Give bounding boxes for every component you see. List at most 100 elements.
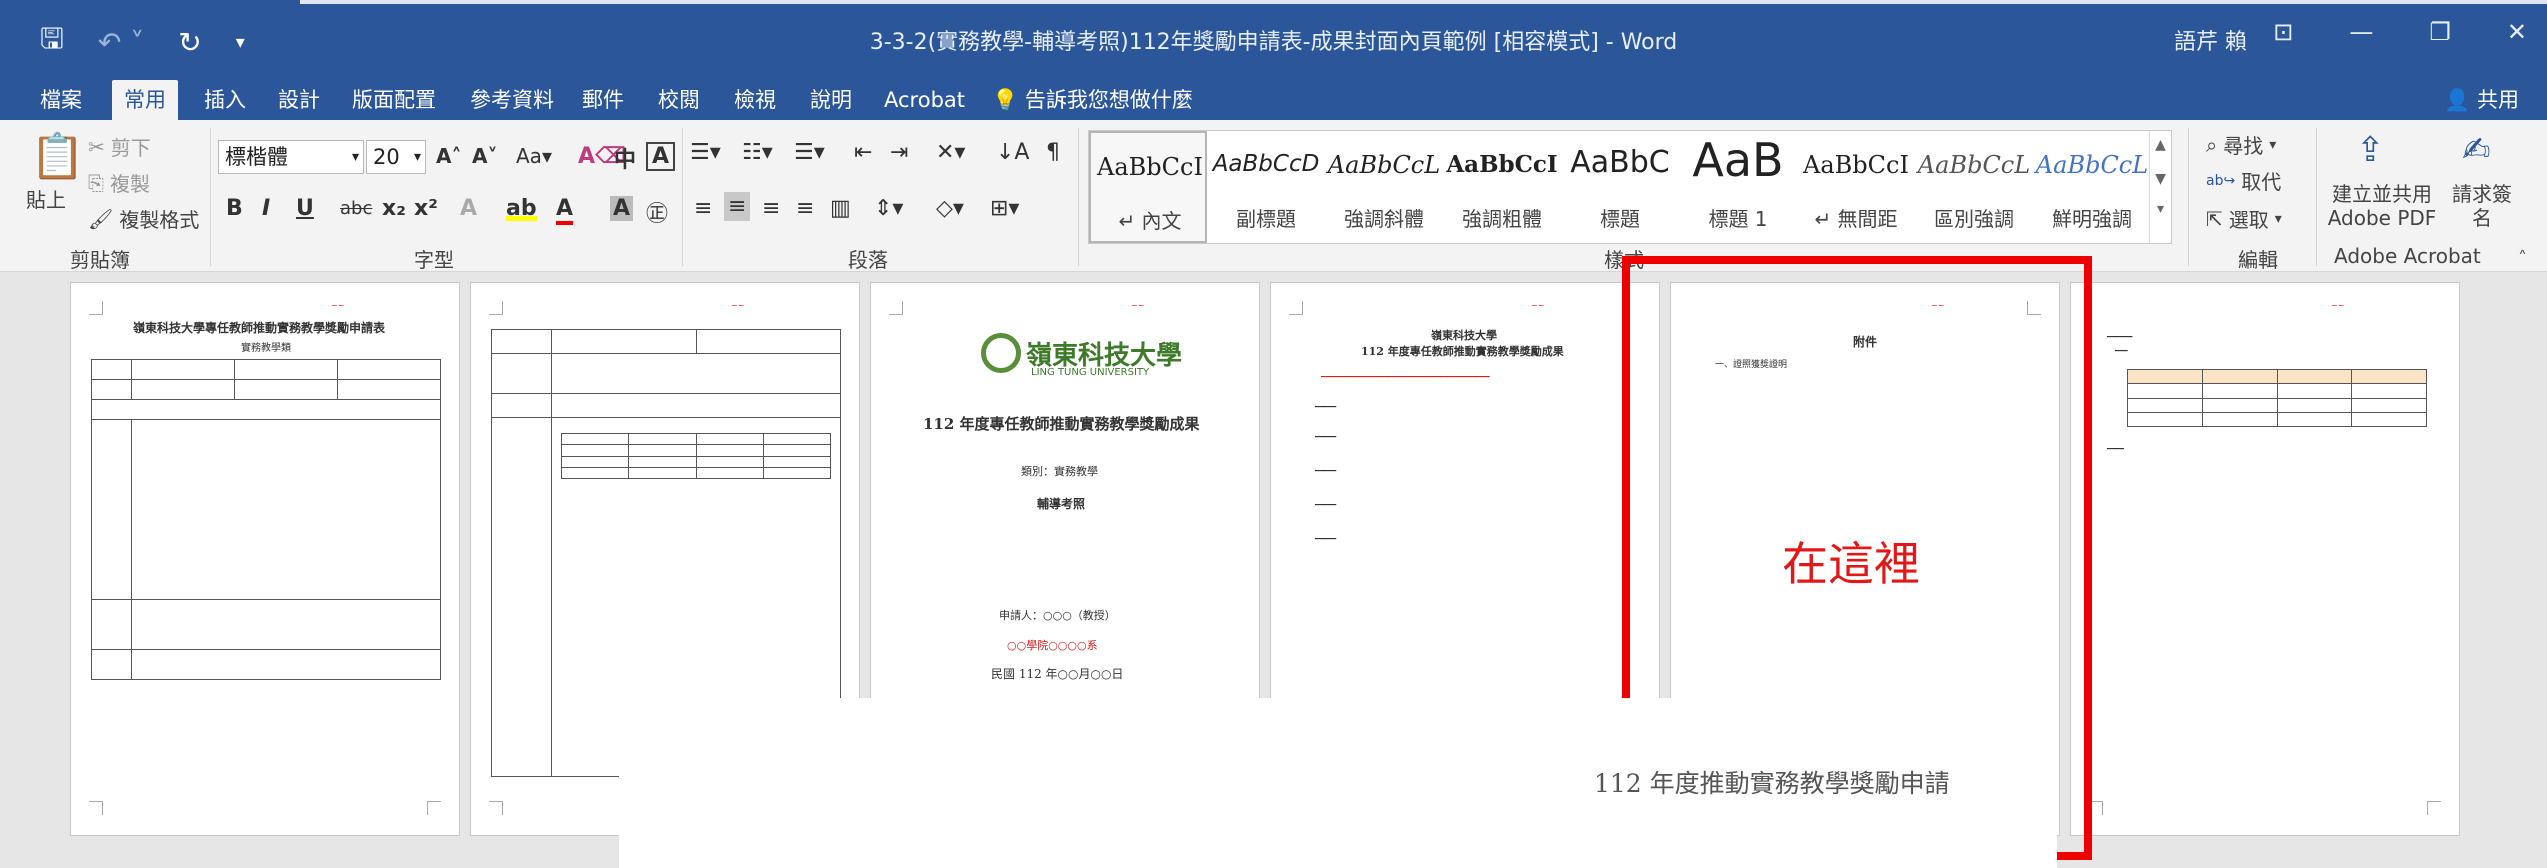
- style-normal[interactable]: AaBbCcI ↵ 內文: [1089, 131, 1207, 243]
- tab-design[interactable]: 設計: [266, 80, 332, 120]
- line-spacing-icon[interactable]: ⇕▾: [874, 196, 903, 221]
- borders-icon[interactable]: ⊞▾: [990, 196, 1019, 221]
- tab-references[interactable]: 參考資料: [458, 80, 566, 120]
- select-label: 選取: [2228, 208, 2269, 232]
- align-center-icon[interactable]: ≡: [724, 192, 751, 221]
- chevron-down-icon: ▾: [413, 149, 421, 165]
- bullets-icon[interactable]: ☰▾: [690, 140, 721, 165]
- cut-label: 剪下: [110, 136, 151, 160]
- page-6[interactable]: ~~ ━━━━━━ ━━━ ━━━━: [2070, 282, 2460, 836]
- style-emphasis[interactable]: AaBbCcL 強調斜體: [1325, 131, 1443, 243]
- tab-file[interactable]: 檔案: [28, 80, 94, 120]
- tab-insert[interactable]: 插入: [192, 80, 258, 120]
- font-color-icon[interactable]: A: [556, 196, 574, 225]
- strikethrough-icon[interactable]: abc: [340, 198, 372, 219]
- style-no-spacing[interactable]: AaBbCcI ↵ 無間距: [1797, 131, 1915, 243]
- asian-layout-icon[interactable]: ✕▾: [936, 140, 965, 165]
- align-left-icon[interactable]: ≡: [694, 196, 712, 221]
- justify-icon[interactable]: ≡: [796, 196, 814, 221]
- shrink-font-icon[interactable]: A˅: [472, 144, 497, 168]
- page4-line: ━━━━━: [1315, 467, 1337, 475]
- increase-indent-icon[interactable]: ⇥: [890, 140, 908, 165]
- tab-layout[interactable]: 版面配置: [340, 80, 448, 120]
- phonetic-guide-icon[interactable]: 中: [614, 142, 636, 174]
- numbering-icon[interactable]: ☷▾: [742, 140, 773, 165]
- page3-applicant: 申請人：○○○（教授）: [999, 609, 1116, 622]
- minimize-icon[interactable]: —: [2349, 18, 2373, 46]
- subscript-icon[interactable]: x₂: [382, 196, 406, 221]
- chevron-up-icon[interactable]: ▲: [2150, 137, 2171, 153]
- create-pdf-button[interactable]: 建立並共用 Adobe PDF: [2320, 182, 2444, 230]
- style-intense-emphasis[interactable]: AaBbCcL 鮮明強調: [2033, 131, 2151, 243]
- overlay-preview-panel: 112 年度推動實務教學獎勵申請: [619, 698, 2057, 868]
- find-label: 尋找: [2223, 134, 2264, 158]
- clipboard-group-label: 剪貼簿: [70, 248, 130, 272]
- format-painter-label: 複製格式: [119, 208, 200, 232]
- tab-mailings[interactable]: 郵件: [570, 80, 636, 120]
- close-icon[interactable]: ✕: [2507, 18, 2527, 46]
- style-heading1[interactable]: AaB 標題 1: [1679, 131, 1797, 243]
- separator: [682, 128, 683, 266]
- paste-button[interactable]: 貼上: [26, 184, 66, 213]
- gallery-scrollbar[interactable]: ▲ ▼ ▾: [2149, 131, 2171, 243]
- cut-button[interactable]: ✂ 剪下: [88, 132, 151, 161]
- text-effects-icon[interactable]: A: [460, 196, 477, 221]
- restore-icon[interactable]: ❐: [2429, 18, 2451, 46]
- tab-view[interactable]: 檢視: [722, 80, 788, 120]
- italic-icon[interactable]: I: [262, 196, 270, 221]
- font-size-value: 20: [373, 145, 400, 169]
- style-subtle-emphasis[interactable]: AaBbCcL 區別強調: [1915, 131, 2033, 243]
- style-title[interactable]: AaBbC 標題: [1561, 131, 1679, 243]
- window-controls: ⊡ — ❐ ✕: [2273, 18, 2527, 46]
- chevron-down-icon[interactable]: ▼: [2150, 171, 2171, 187]
- tell-me-box[interactable]: 💡 告訴我您想做什麼: [980, 80, 1205, 120]
- superscript-icon[interactable]: x²: [414, 196, 438, 221]
- gallery-more-icon[interactable]: ▾: [2150, 201, 2171, 217]
- font-size-combo[interactable]: 20 ▾: [366, 140, 426, 174]
- find-button[interactable]: ⌕ 尋找 ▾: [2206, 130, 2276, 159]
- sign-icon[interactable]: ✍: [2462, 130, 2491, 170]
- page-header-logo: ~~: [1531, 301, 1545, 310]
- share-button[interactable]: 👤 共用: [2444, 80, 2519, 120]
- change-case-icon[interactable]: Aa▾: [516, 144, 552, 168]
- replace-icon: ab↪: [2206, 172, 2236, 189]
- brush-icon: 🖌: [88, 206, 114, 231]
- grow-font-icon[interactable]: A˄: [436, 144, 461, 168]
- tab-review[interactable]: 校閱: [646, 80, 712, 120]
- pdf-share-icon[interactable]: ⇪: [2356, 130, 2385, 170]
- chevron-down-icon: ▾: [2269, 136, 2277, 153]
- collapse-ribbon-icon[interactable]: ˄: [2518, 248, 2527, 269]
- tab-help[interactable]: 說明: [798, 80, 864, 120]
- copy-button[interactable]: ⎘ 複製: [88, 168, 150, 197]
- person-icon: 👤: [2444, 88, 2471, 112]
- font-name-combo[interactable]: 標楷體 ▾: [218, 140, 364, 174]
- bold-icon[interactable]: B: [226, 196, 243, 221]
- decrease-indent-icon[interactable]: ⇤: [854, 140, 872, 165]
- align-right-icon[interactable]: ≡: [762, 196, 780, 221]
- show-marks-icon[interactable]: ¶: [1046, 140, 1060, 165]
- replace-button[interactable]: ab↪ 取代: [2206, 166, 2281, 195]
- style-subtitle[interactable]: AaBbCcD 副標題: [1207, 131, 1325, 243]
- separator: [2316, 128, 2317, 266]
- enclose-characters-icon[interactable]: ㊣: [646, 196, 668, 228]
- character-border-icon[interactable]: A: [646, 142, 676, 171]
- tab-home[interactable]: 常用: [112, 80, 178, 120]
- separator: [210, 128, 211, 266]
- sort-icon[interactable]: ↓A: [996, 140, 1029, 165]
- university-logo-en: LING TUNG UNIVERSITY: [1031, 367, 1150, 378]
- underline-icon[interactable]: U: [296, 196, 314, 221]
- style-strong[interactable]: AaBbCcI 強調粗體: [1443, 131, 1561, 243]
- ribbon-display-options-icon[interactable]: ⊡: [2273, 18, 2293, 46]
- shading-icon[interactable]: ◇▾: [936, 196, 964, 221]
- multilevel-list-icon[interactable]: ☰▾: [794, 140, 825, 165]
- distributed-icon[interactable]: ▥: [830, 196, 851, 221]
- user-name[interactable]: 語芹 賴: [2174, 24, 2247, 56]
- character-shading-icon[interactable]: A: [610, 196, 634, 221]
- tab-acrobat[interactable]: Acrobat: [872, 80, 977, 120]
- page-1[interactable]: ~~ 嶺東科技大學專任教師推動實務教學獎勵申請表 實務教學類: [70, 282, 460, 836]
- select-button[interactable]: ⇱ 選取 ▾: [2206, 204, 2282, 233]
- format-painter-button[interactable]: 🖌 複製格式: [88, 204, 199, 233]
- highlight-icon[interactable]: ab: [506, 196, 537, 221]
- request-sign-button[interactable]: 請求簽名: [2452, 182, 2512, 230]
- paste-icon[interactable]: 📋: [30, 130, 85, 182]
